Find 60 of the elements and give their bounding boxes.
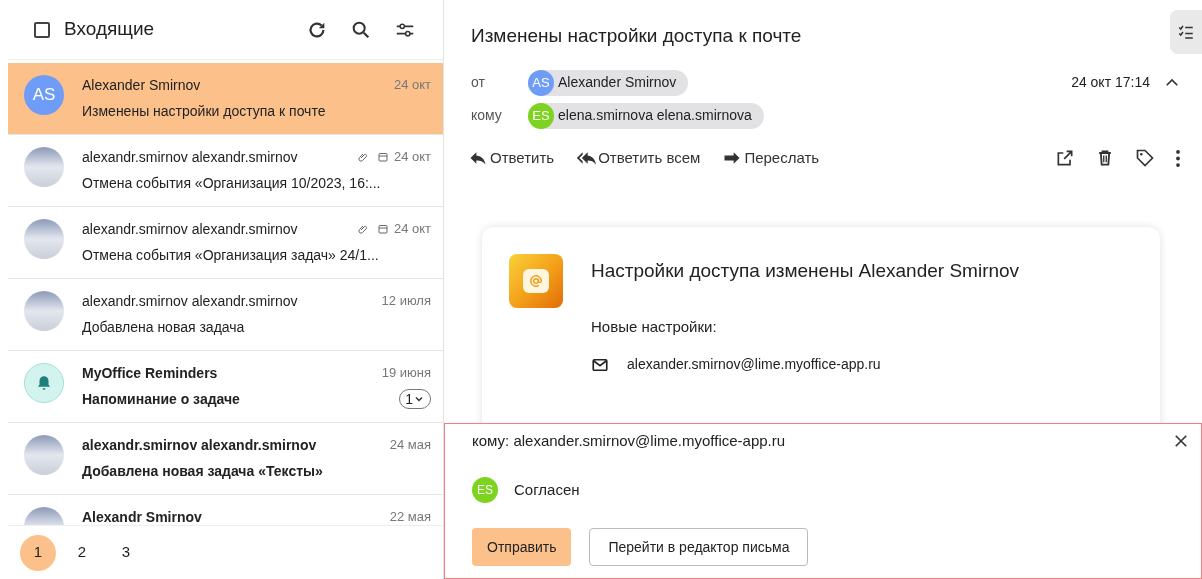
photo-placeholder [24,147,64,187]
card-heading: Настройки доступа изменены Alexander Smirnov [591,259,1020,283]
message-date: 24 мая [389,436,431,455]
folder-title: Входящие [64,17,156,42]
contact-avatar: ES [528,102,554,129]
email-address: alexander.smirnov@lime.myoffice-app.ru [627,355,881,374]
sender-name: alexandr.smirnov alexandr.smirnov [82,291,298,311]
recipient-line: кому: alexander.smirnov@lime.myoffice-app.ru [472,430,787,451]
message-subject: Напоминание о задаче [82,389,240,409]
message-date: 12 июля [381,292,431,311]
message-subject: Отмена события «Организация 10/2023, 16:... [82,173,381,193]
tag-icon [1135,148,1155,168]
message-subject: Добавлена новая задача [82,317,245,337]
field-label: от [471,73,486,92]
message-date: 19 июня [381,364,431,383]
forward-button[interactable]: Переслать [722,146,820,170]
checklist-icon [1177,23,1195,41]
message-subject-title: Изменены настройки доступа к почте [471,25,802,46]
tasks-button[interactable] [1170,10,1202,54]
contact-avatar: AS [528,69,554,96]
photo-placeholder [24,291,64,331]
open-editor-button[interactable]: Перейти в редактор письма [589,528,809,566]
contact-chip[interactable]: ES elena.smirnova elena.smirnova [528,102,764,129]
message-subject: Отмена события «Организация задач» 24/1... [82,245,379,265]
reply-button[interactable]: Ответить [468,146,555,170]
message-date: 22 мая [389,508,431,525]
message-date: 24 окт [393,76,431,95]
open-external-icon [1055,148,1075,168]
sender-name: alexandr.smirnov alexandr.smirnov [82,147,298,167]
field-label: кому [471,106,503,125]
sender-name: MyOffice Reminders [82,363,218,383]
author-avatar: ES [472,477,498,503]
reply-all-button[interactable]: Ответить всем [576,146,701,170]
sender-name: alexandr.smirnov alexandr.smirnov [82,435,317,455]
sender-name: Alexander Smirnov [82,75,201,95]
select-all-checkbox[interactable] [34,21,50,38]
contact-name: elena.smirnova elena.smirnova [558,106,752,125]
send-button[interactable]: Отправить [472,528,572,566]
message-datetime: 24 окт 17:14 [1071,73,1150,92]
close-icon [1172,432,1190,450]
bell-icon [35,374,53,392]
more-vertical-button[interactable] [1174,147,1182,169]
message-subject: Изменены настройки доступа к почте [82,101,326,121]
message-date: 24 окт [393,220,431,239]
message-row[interactable]: AS Alexander Smirnov 24 окт Изменены настройки доступа к почте [8,63,443,135]
message-date: 24 окт [393,148,431,167]
more-vertical-icon [1176,149,1180,167]
sender-name: Alexandr Smirnov [82,507,202,525]
reply-text: Согласен [514,479,580,500]
message-subject: Добавлена новая задача «Тексты» [82,461,323,481]
sender-name: alexandr.smirnov alexandr.smirnov [82,219,298,239]
card-text: Новые настройки: [591,316,718,337]
at-sign-icon [529,274,543,288]
page-button[interactable]: 1 [20,534,56,571]
contact-chip[interactable]: AS Alexander Smirnov [528,69,689,96]
contact-name: Alexander Smirnov [558,73,677,92]
photo-placeholder [24,435,64,475]
tag-button[interactable] [1134,147,1156,169]
photo-placeholder [24,219,64,259]
avatar: AS [24,75,64,115]
